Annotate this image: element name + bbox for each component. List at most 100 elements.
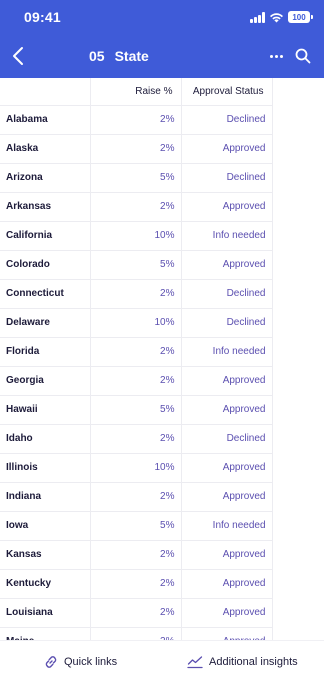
bottom-bar: Quick links Additional insights	[0, 640, 324, 690]
raise-cell: 10%	[89, 221, 181, 251]
table-row[interactable]: California 10% Info needed	[0, 221, 273, 251]
raise-cell: 2%	[89, 279, 181, 309]
additional-insights-label: Additional insights	[209, 656, 298, 668]
table-row[interactable]: Florida 2% Info needed	[0, 337, 273, 367]
column-header-state[interactable]	[0, 78, 91, 106]
approval-status-cell: Approved	[180, 540, 273, 570]
state-cell: Connecticut	[0, 279, 90, 309]
table-row[interactable]: Idaho 2% Declined	[0, 424, 273, 454]
state-cell: Idaho	[0, 424, 90, 454]
state-cell: Louisiana	[0, 598, 90, 628]
status-bar: 09:41 100	[0, 0, 324, 34]
state-cell: Delaware	[0, 308, 90, 338]
approval-status-cell: Declined	[180, 105, 273, 135]
raise-cell: 5%	[89, 395, 181, 425]
column-header-raise[interactable]: Raise %	[89, 78, 182, 106]
table-row[interactable]: Arkansas 2% Approved	[0, 192, 273, 222]
state-cell: Kansas	[0, 540, 90, 570]
data-table: Raise % Approval Status Alabama 2% Decline…	[0, 78, 273, 640]
state-cell: Maine	[0, 627, 90, 640]
state-cell: Colorado	[0, 250, 90, 280]
page-title-code: 05	[89, 48, 105, 64]
approval-status-cell: Approved	[180, 192, 273, 222]
table-row[interactable]: Alabama 2% Declined	[0, 105, 273, 135]
raise-cell: 2%	[89, 569, 181, 599]
table-row[interactable]: Kansas 2% Approved	[0, 540, 273, 570]
table-row[interactable]: Georgia 2% Approved	[0, 366, 273, 396]
state-cell: Illinois	[0, 453, 90, 483]
table-row[interactable]: Hawaii 5% Approved	[0, 395, 273, 425]
quick-links-button[interactable]: Quick links	[44, 653, 117, 671]
more-dot	[269, 54, 273, 58]
table-row[interactable]: Indiana 2% Approved	[0, 482, 273, 512]
state-cell: California	[0, 221, 90, 251]
table-row[interactable]: Colorado 5% Approved	[0, 250, 273, 280]
table-row[interactable]: Arizona 5% Declined	[0, 163, 273, 193]
raise-cell: 2%	[89, 105, 181, 135]
raise-cell: 2%	[89, 134, 181, 164]
signal-icon	[250, 11, 265, 23]
raise-cell: 2%	[89, 482, 181, 512]
approval-status-cell: Declined	[180, 163, 273, 193]
approval-status-cell: Approved	[180, 366, 273, 396]
raise-cell: 10%	[89, 308, 181, 338]
table-header-row: Raise % Approval Status	[0, 78, 273, 106]
table-row[interactable]: Connecticut 2% Declined	[0, 279, 273, 309]
table-row[interactable]: Delaware 10% Declined	[0, 308, 273, 338]
table-row[interactable]: Kentucky 2% Approved	[0, 569, 273, 599]
more-dot	[279, 54, 283, 58]
table-row[interactable]: Iowa 5% Info needed	[0, 511, 273, 541]
approval-status-cell: Info needed	[180, 511, 273, 541]
data-table-container[interactable]: Raise % Approval Status Alabama 2% Decline…	[0, 78, 324, 640]
approval-status-cell: Declined	[180, 279, 273, 309]
back-button[interactable]	[6, 44, 30, 68]
raise-cell: 2%	[89, 424, 181, 454]
approval-status-cell: Approved	[180, 482, 273, 512]
quick-links-label: Quick links	[64, 656, 118, 668]
raise-cell: 5%	[89, 511, 181, 541]
approval-status-cell: Approved	[180, 569, 273, 599]
state-cell: Arizona	[0, 163, 90, 193]
table-row[interactable]: Alaska 2% Approved	[0, 134, 273, 164]
raise-cell: 2%	[89, 598, 181, 628]
raise-cell: 5%	[89, 250, 181, 280]
battery-icon: 100	[288, 11, 313, 23]
raise-cell: 2%	[89, 337, 181, 367]
approval-status-cell: Approved	[180, 598, 273, 628]
more-button[interactable]	[264, 44, 288, 68]
raise-cell: 2%	[89, 366, 181, 396]
line-chart-icon	[187, 656, 203, 669]
approval-status-cell: Declined	[180, 308, 273, 338]
table-row[interactable]: Illinois 10% Approved	[0, 453, 273, 483]
table-body: Alabama 2% Declined Alaska 2% Approved Arizona…	[0, 105, 273, 640]
search-button[interactable]	[291, 44, 315, 68]
state-cell: Indiana	[0, 482, 90, 512]
search-icon	[295, 48, 311, 64]
table-row[interactable]: Maine2%Approved	[0, 627, 273, 640]
raise-cell: 10%	[89, 453, 181, 483]
table-row[interactable]: Louisiana 2% Approved	[0, 598, 273, 628]
page-title-text: State	[114, 48, 149, 64]
additional-insights-button[interactable]: Additional insights	[187, 653, 298, 671]
nav-bar: 05 State	[0, 38, 324, 76]
more-dot	[274, 54, 278, 58]
approval-status-cell: Approved	[180, 250, 273, 280]
state-cell: Alaska	[0, 134, 90, 164]
raise-cell: 2%	[89, 627, 181, 640]
chevron-left-icon	[13, 47, 23, 65]
state-cell: Kentucky	[0, 569, 90, 599]
raise-cell: 2%	[89, 540, 181, 570]
page-title: 05 State	[89, 48, 149, 64]
raise-cell: 5%	[89, 163, 181, 193]
state-cell: Iowa	[0, 511, 90, 541]
approval-status-cell: Approved	[180, 453, 273, 483]
status-icons: 100	[250, 10, 313, 24]
state-cell: Georgia	[0, 366, 90, 396]
approval-status-cell: Approved	[180, 627, 273, 640]
wifi-icon	[270, 12, 283, 22]
state-cell: Hawaii	[0, 395, 90, 425]
raise-cell: 2%	[89, 192, 181, 222]
status-time: 09:41	[24, 9, 61, 25]
approval-status-cell: Info needed	[180, 221, 273, 251]
column-header-approval-status[interactable]: Approval Status	[180, 78, 273, 106]
